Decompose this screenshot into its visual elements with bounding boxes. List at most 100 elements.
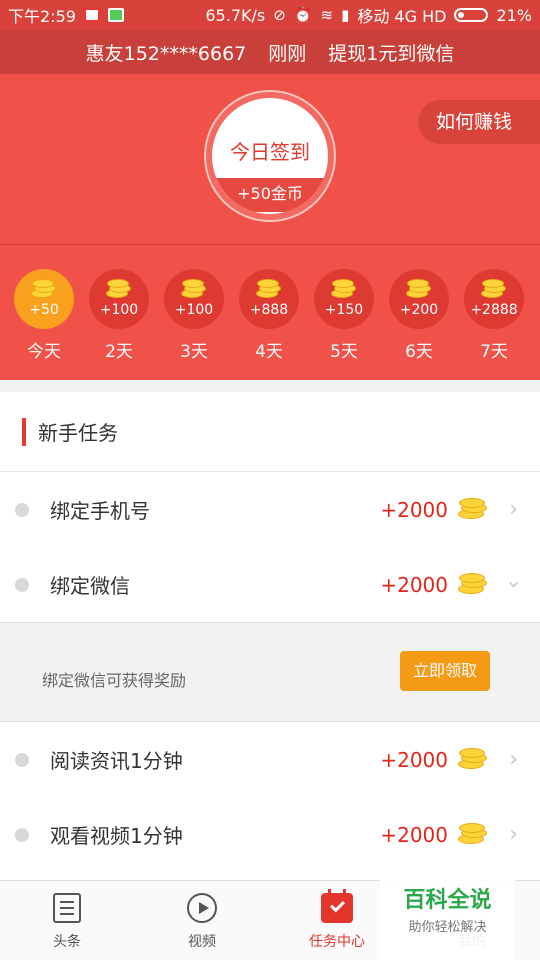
day-reward: +50 — [29, 302, 59, 318]
task-description: 绑定微信可获得奖励 — [42, 671, 187, 690]
coin-icon — [458, 823, 488, 845]
coin-icon — [458, 498, 488, 520]
chevron-right-icon: › — [509, 747, 518, 772]
nav-label: 视频 — [188, 934, 216, 950]
coin-icon — [458, 573, 488, 595]
task-bind-phone[interactable]: 绑定手机号 +2000 › — [0, 472, 540, 547]
day-label: 7天 — [480, 342, 508, 362]
day-badge: +150 — [314, 269, 374, 329]
task-expand-panel: 绑定微信可获得奖励 立即领取 — [0, 622, 540, 722]
day-badge: +50 — [14, 269, 74, 329]
signal-icon: ▮ — [341, 6, 350, 24]
task-reward: +2000 — [380, 747, 448, 772]
task-watch-video[interactable]: 观看视频1分钟 +2000 › — [0, 797, 540, 872]
nav-tab-task-center[interactable]: 任务中心 — [282, 889, 392, 951]
day-badge: +888 — [239, 269, 299, 329]
coin-icon — [481, 279, 507, 299]
mute-icon: ⊘ — [273, 6, 286, 24]
day-label: 今天 — [27, 342, 61, 362]
day-label: 2天 — [105, 342, 133, 362]
coin-icon — [406, 279, 432, 299]
coin-icon — [331, 279, 357, 299]
day-label: 6天 — [405, 342, 433, 362]
app-notification-icon — [83, 8, 100, 22]
task-center-icon — [321, 889, 353, 923]
day-reward: +200 — [399, 302, 439, 318]
day-label: 3天 — [180, 342, 208, 362]
coin-icon — [181, 279, 207, 299]
task-status-dot — [15, 502, 29, 517]
task-reward: +2000 — [380, 572, 448, 597]
watermark-subtitle: 助你轻松解决 — [408, 920, 487, 935]
ticker-action: 提现1元到微信 — [328, 42, 455, 65]
day-label: 4天 — [255, 342, 283, 362]
task-status-dot — [15, 827, 29, 842]
chevron-down-icon: › — [501, 580, 527, 589]
how-to-earn-button[interactable]: 如何赚钱 — [418, 100, 540, 144]
day-item: +200 6天 — [387, 269, 451, 362]
nav-tab-headlines[interactable]: 头条 — [12, 893, 122, 951]
task-reward: +2000 — [380, 822, 448, 847]
chevron-right-icon: › — [509, 822, 518, 847]
day-label: 5天 — [330, 342, 358, 362]
coin-icon — [256, 279, 282, 299]
task-status-dot — [15, 752, 29, 767]
wifi-icon: ≋ — [320, 6, 334, 24]
task-name: 绑定手机号 — [50, 499, 150, 523]
withdrawal-ticker: 惠友152****6667 刚刚 提现1元到微信 — [0, 30, 540, 74]
daily-checkin-button[interactable]: 今日签到 +50金币 — [206, 92, 334, 220]
battery-level: 21% — [496, 5, 532, 25]
section-header: 新手任务 — [0, 392, 540, 472]
checkin-bonus: +50金币 — [212, 178, 328, 212]
nav-tab-video[interactable]: 视频 — [147, 893, 257, 951]
newbie-task-section: 新手任务 绑定手机号 +2000 › 绑定微信 +2000 › 绑定微信可获得奖… — [0, 392, 540, 882]
network-speed: 65.7K/s — [205, 5, 266, 25]
ticker-user: 惠友152****6667 — [85, 42, 247, 65]
watermark-title: 百科全说 — [403, 888, 492, 913]
section-title: 新手任务 — [38, 421, 118, 445]
day-badge: +100 — [89, 269, 149, 329]
chevron-right-icon: › — [509, 497, 518, 522]
signin-header: 今日签到 +50金币 如何赚钱 — [0, 74, 540, 244]
nav-label: 任务中心 — [309, 934, 365, 950]
watermark: 百科全说 助你轻松解决 — [380, 872, 515, 960]
checkin-days-strip: +50 今天 +100 2天 +100 3天 +888 4天 +150 5天 +… — [0, 244, 540, 380]
alarm-icon: ⏰ — [293, 6, 313, 24]
wechat-notification-icon — [107, 8, 124, 22]
battery-icon — [454, 8, 489, 22]
task-bind-wechat[interactable]: 绑定微信 +2000 › — [0, 547, 540, 622]
task-name: 绑定微信 — [50, 574, 130, 598]
day-badge: +2888 — [464, 269, 524, 329]
coin-icon — [458, 748, 488, 770]
nav-label: 头条 — [53, 934, 81, 950]
day-item: +150 5天 — [312, 269, 376, 362]
day-item: +50 今天 — [12, 269, 76, 362]
task-status-dot — [15, 577, 29, 592]
news-icon — [53, 893, 81, 923]
day-badge: +100 — [164, 269, 224, 329]
task-reward: +2000 — [380, 497, 448, 522]
task-name: 阅读资讯1分钟 — [50, 749, 183, 773]
task-name: 观看视频1分钟 — [50, 824, 183, 848]
carrier-label: 移动 4G HD — [357, 7, 447, 26]
video-icon — [187, 893, 217, 923]
day-reward: +100 — [99, 302, 139, 318]
task-read-news[interactable]: 阅读资讯1分钟 +2000 › — [0, 722, 540, 797]
day-reward: +888 — [249, 302, 289, 318]
day-reward: +150 — [324, 302, 364, 318]
coin-icon — [106, 279, 132, 299]
coin-icon — [31, 279, 57, 299]
checkin-title: 今日签到 — [230, 140, 310, 164]
day-badge: +200 — [389, 269, 449, 329]
day-item: +100 2天 — [87, 269, 151, 362]
day-reward: +2888 — [470, 302, 518, 318]
day-item: +100 3天 — [162, 269, 226, 362]
section-accent-bar — [22, 417, 26, 446]
status-time: 下午2:59 — [8, 7, 76, 26]
day-reward: +100 — [174, 302, 214, 318]
day-item: +2888 7天 — [462, 269, 526, 362]
ticker-time: 刚刚 — [268, 42, 307, 65]
claim-now-button[interactable]: 立即领取 — [400, 651, 490, 691]
day-item: +888 4天 — [237, 269, 301, 362]
status-bar: 下午2:59 65.7K/s ⊘ ⏰ ≋ ▮ 移动 4G HD 21% — [0, 0, 540, 30]
